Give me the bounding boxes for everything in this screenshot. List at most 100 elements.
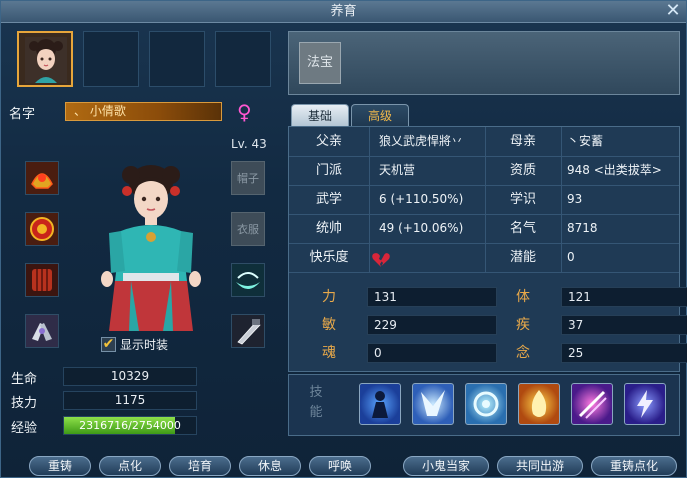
level-label: Lv. 43 (231, 137, 267, 151)
window-titlebar: 养育 (1, 1, 686, 23)
attr-soul-value: 0 (367, 343, 497, 363)
potential-label: 潜能 (509, 250, 536, 265)
happiness-label: 快乐度 (309, 250, 349, 265)
attr-strength-label: 力 (322, 289, 336, 305)
nurture-window: 养育 ✕ 名字 、 小倩歌 ♀ Lv. 43 帽子 衣服 ✔ 显示时装 生命 1… (0, 0, 687, 478)
train-button[interactable]: 培育 (169, 456, 231, 476)
command-value: 49 (+10.06%) (379, 221, 464, 235)
sect-value: 天机营 (379, 163, 416, 177)
divider (289, 272, 679, 273)
exp-value: 2316716/2754000 (79, 419, 181, 432)
info-row-command: 统帅 49 (+10.06%) 名气 8718 (289, 214, 679, 243)
transform-button[interactable]: 点化 (99, 456, 161, 476)
attr-soul-label: 魂 (322, 345, 336, 361)
knowledge-label: 学识 (509, 192, 536, 207)
skills-label: 技能 (309, 385, 323, 420)
command-label: 统帅 (315, 221, 342, 236)
father-value: 狼乂武虎悍將丷 (379, 134, 464, 148)
martial-label: 武学 (315, 192, 342, 207)
martial-value: 6 (+110.50%) (379, 192, 464, 206)
show-fashion-toggle[interactable]: ✔ 显示时装 (101, 336, 168, 353)
skills-panel: 技能 (288, 374, 680, 436)
father-label: 父亲 (315, 134, 342, 149)
character-portrait (25, 37, 67, 83)
skill-slot-6[interactable] (624, 383, 666, 425)
hp-value: 10329 (63, 367, 197, 386)
aptitude-label: 资质 (509, 163, 536, 178)
info-panel: 父亲 狼乂武虎悍將丷 母亲 丶安蓄 门派 天机营 资质 948 <出类拔萃> 武… (288, 126, 687, 372)
equip-slot-helmet[interactable] (25, 161, 59, 195)
skill-power-value: 1175 (63, 391, 197, 410)
name-field[interactable]: 、 小倩歌 (65, 102, 222, 121)
character-figure (101, 165, 201, 331)
info-row-sect: 门派 天机营 资质 948 <出类拔萃> (289, 156, 679, 185)
broken-heart-icon (371, 250, 391, 279)
armor-icon (26, 213, 58, 245)
belt-icon (26, 264, 58, 296)
tab-advanced[interactable]: 高级 (351, 104, 409, 126)
skill-slot-2[interactable] (412, 383, 454, 425)
show-fashion-checkbox[interactable]: ✔ (101, 337, 116, 352)
mother-value: 丶安蓄 (567, 134, 604, 148)
fabao-panel: 法宝 (288, 31, 680, 95)
window-title: 养育 (330, 4, 357, 19)
attr-vitality-value: 121 (561, 287, 687, 307)
skill-power-label: 技力 (11, 396, 38, 411)
skill-shield-icon (473, 391, 499, 417)
info-row-happiness: 快乐度 潜能 0 (289, 243, 679, 272)
attr-speed-value: 37 (561, 315, 687, 335)
attr-vitality-label: 体 (516, 289, 530, 305)
skill-slash-icon (578, 390, 607, 419)
skill-figure-icon (372, 391, 388, 418)
recast-button[interactable]: 重铸 (29, 456, 91, 476)
attr-strength-value: 131 (367, 287, 497, 307)
skill-slot-3[interactable] (465, 383, 507, 425)
fame-value: 8718 (567, 221, 598, 235)
close-icon[interactable]: ✕ (664, 2, 682, 21)
skill-slot-4[interactable] (518, 383, 560, 425)
portrait-slot-3[interactable] (149, 31, 205, 87)
skill-burst-icon (421, 390, 445, 416)
tab-basic[interactable]: 基础 (291, 104, 349, 126)
equip-slot-weapon[interactable] (231, 314, 265, 348)
fame-label: 名气 (509, 221, 536, 236)
info-row-parents: 父亲 狼乂武虎悍將丷 母亲 丶安蓄 (289, 127, 679, 156)
travel-together-button[interactable]: 共同出游 (497, 456, 583, 476)
housekeeper-button[interactable]: 小鬼当家 (403, 456, 489, 476)
skill-slot-5[interactable] (571, 383, 613, 425)
attr-agility-value: 229 (367, 315, 497, 335)
aptitude-value: 948 <出类拔萃> (567, 163, 662, 177)
skill-slot-1[interactable] (359, 383, 401, 425)
equip-slot-boots[interactable] (25, 314, 59, 348)
knowledge-value: 93 (567, 192, 583, 206)
summon-button[interactable]: 呼唤 (309, 456, 371, 476)
attr-speed-label: 疾 (516, 317, 530, 333)
exp-bar: 2316716/2754000 (63, 416, 197, 435)
attr-agility-label: 敏 (322, 317, 336, 333)
female-icon: ♀ (237, 100, 252, 124)
equip-slot-clothes-empty[interactable]: 衣服 (231, 212, 265, 246)
skill-fire-icon (531, 390, 547, 417)
hp-label: 生命 (11, 372, 38, 387)
boots-icon (26, 315, 58, 347)
attr-mind-value: 25 (561, 343, 687, 363)
rest-button[interactable]: 休息 (239, 456, 301, 476)
equip-slot-accessory[interactable] (231, 263, 265, 297)
fabao-slot[interactable]: 法宝 (299, 42, 341, 84)
recast-transform-button[interactable]: 重铸点化 (591, 456, 677, 476)
helmet-icon (26, 162, 58, 194)
attr-mind-label: 念 (516, 345, 530, 361)
portrait-slot-4[interactable] (215, 31, 271, 87)
portrait-slot-2[interactable] (83, 31, 139, 87)
equip-slot-hat-empty[interactable]: 帽子 (231, 161, 265, 195)
equip-slot-armor[interactable] (25, 212, 59, 246)
skill-lightning-icon (637, 390, 653, 418)
weapon-icon (232, 315, 264, 347)
sect-label: 门派 (315, 163, 342, 178)
show-fashion-label: 显示时装 (120, 338, 169, 352)
exp-label: 经验 (11, 421, 38, 436)
portrait-slot-1[interactable] (17, 31, 73, 87)
mother-label: 母亲 (509, 134, 536, 149)
equip-slot-belt[interactable] (25, 263, 59, 297)
accessory-icon (232, 264, 264, 296)
